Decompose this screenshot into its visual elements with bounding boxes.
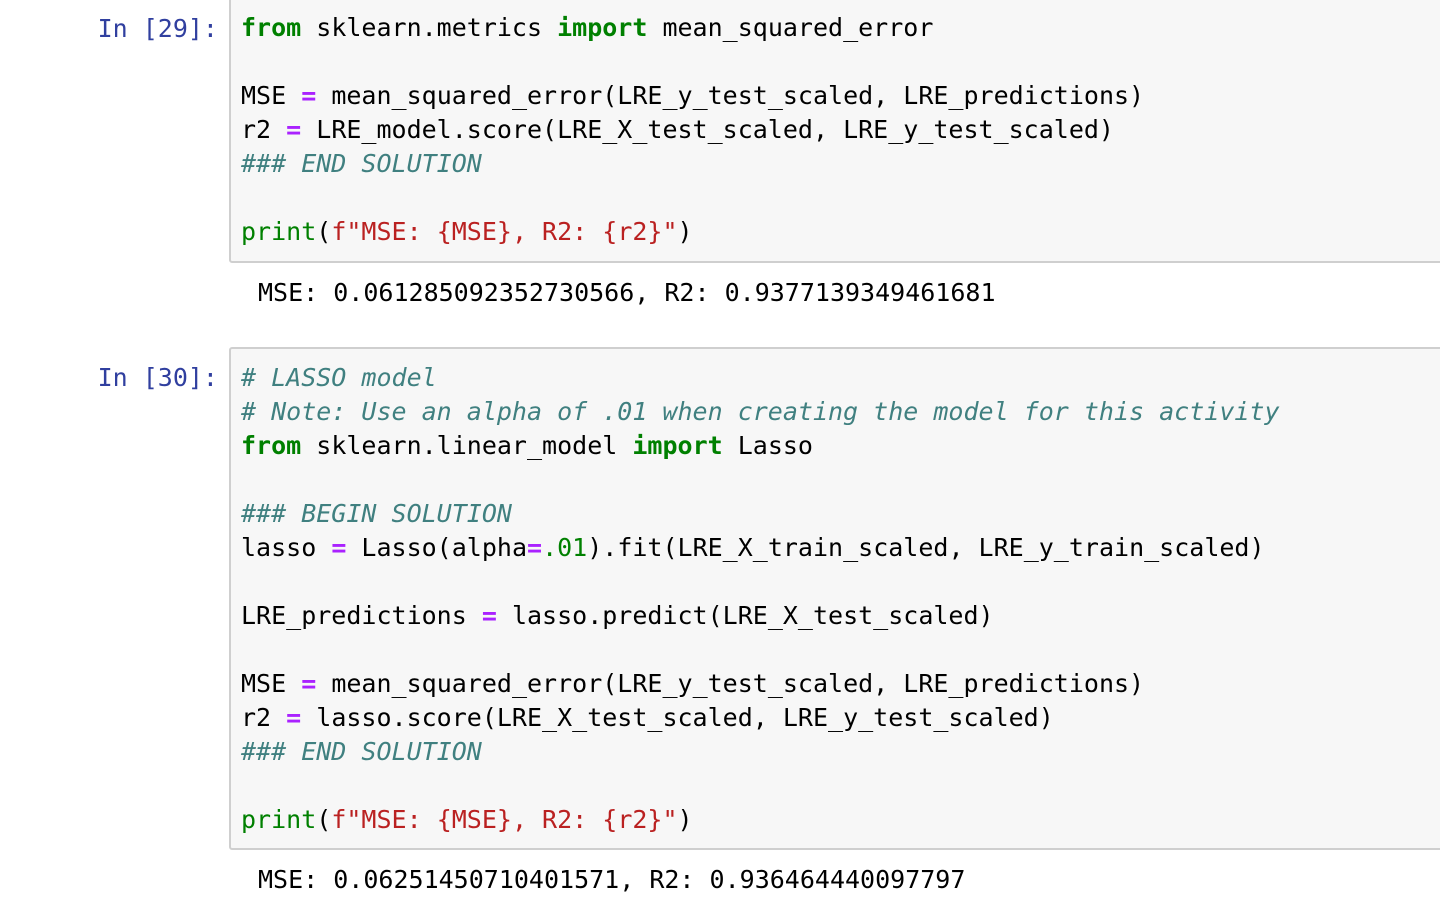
string-token: f"MSE: [331, 217, 437, 246]
operator-token: = [481, 601, 497, 630]
code-text: ) [677, 217, 693, 246]
input-prompt: In [29]: [97, 14, 218, 43]
code-editor[interactable]: from sklearn.metrics import mean_squared… [241, 11, 1144, 249]
operator-token: = [286, 703, 302, 732]
code-text: mean_squared_error(LRE_y_test_scaled, LR… [316, 81, 1145, 110]
comment-token: # Note: Use an alpha of .01 when creatin… [241, 397, 1280, 426]
cell-output: MSE: 0.061285092352730566, R2: 0.9377139… [258, 278, 996, 307]
builtin-token: print [241, 217, 317, 246]
operator-token: = [286, 115, 302, 144]
code-line: # LASSO model [241, 361, 1280, 395]
string-token: , R2: [511, 217, 603, 246]
keyword-token: from [241, 431, 302, 460]
code-editor[interactable]: # LASSO model # Note: Use an alpha of .01… [241, 361, 1280, 837]
code-text: Lasso(alpha [346, 533, 527, 562]
code-text: r2 [241, 703, 287, 732]
comment-token: # LASSO model [241, 363, 437, 392]
code-text: sklearn.metrics [301, 13, 558, 42]
code-text: Lasso [722, 431, 813, 460]
comment-token: ### END SOLUTION [241, 149, 482, 178]
keyword-token: from [241, 13, 302, 42]
code-line: # Note: Use an alpha of .01 when creatin… [241, 395, 1280, 429]
operator-token: = [301, 81, 317, 110]
code-input-area[interactable]: # LASSO model # Note: Use an alpha of .01… [229, 347, 1440, 850]
operator-token: = [331, 533, 347, 562]
cell-output: MSE: 0.06251450710401571, R2: 0.93646444… [258, 865, 966, 894]
code-line: r2 = LRE_model.score(LRE_X_test_scaled, … [241, 113, 1144, 147]
comment-token: ### END SOLUTION [241, 737, 482, 766]
string-token: , R2: [511, 805, 603, 834]
code-text: ( [316, 217, 332, 246]
code-input-area[interactable]: from sklearn.metrics import mean_squared… [229, 0, 1440, 263]
code-text: mean_squared_error [647, 13, 934, 42]
string-token: " [662, 217, 678, 246]
string-token: {r2} [602, 805, 663, 834]
comment-token: ### BEGIN SOLUTION [241, 499, 512, 528]
builtin-token: print [241, 805, 317, 834]
code-text: mean_squared_error(LRE_y_test_scaled, LR… [316, 669, 1145, 698]
code-text: r2 [241, 115, 287, 144]
operator-token: = [301, 669, 317, 698]
code-text: ( [316, 805, 332, 834]
keyword-token: import [632, 431, 723, 460]
code-line: ### END SOLUTION [241, 147, 1144, 181]
code-text: lasso.score(LRE_X_test_scaled, LRE_y_tes… [301, 703, 1054, 732]
code-text: MSE [241, 669, 302, 698]
string-token: {MSE} [436, 805, 512, 834]
code-line: print(f"MSE: {MSE}, R2: {r2}") [241, 803, 1280, 837]
string-token: f"MSE: [331, 805, 437, 834]
code-line: r2 = lasso.score(LRE_X_test_scaled, LRE_… [241, 701, 1280, 735]
code-line: MSE = mean_squared_error(LRE_y_test_scal… [241, 79, 1144, 113]
keyword-token: import [557, 13, 648, 42]
string-token: {r2} [602, 217, 663, 246]
code-text: lasso.predict(LRE_X_test_scaled) [496, 601, 994, 630]
code-text: ).fit(LRE_X_train_scaled, LRE_y_train_sc… [587, 533, 1265, 562]
code-text: MSE [241, 81, 302, 110]
string-token: {MSE} [436, 217, 512, 246]
code-text: lasso [241, 533, 332, 562]
code-text: sklearn.linear_model [301, 431, 633, 460]
operator-token: = [527, 533, 543, 562]
code-line: ### END SOLUTION [241, 735, 1280, 769]
code-line: LRE_predictions = lasso.predict(LRE_X_te… [241, 599, 1280, 633]
code-text: LRE_predictions [241, 601, 482, 630]
code-text: LRE_model.score(LRE_X_test_scaled, LRE_y… [301, 115, 1114, 144]
code-line: from sklearn.linear_model import Lasso [241, 429, 1280, 463]
code-text: ) [677, 805, 693, 834]
code-line: from sklearn.metrics import mean_squared… [241, 11, 1144, 45]
code-line: lasso = Lasso(alpha=.01).fit(LRE_X_train… [241, 531, 1280, 565]
code-line: ### BEGIN SOLUTION [241, 497, 1280, 531]
code-line: print(f"MSE: {MSE}, R2: {r2}") [241, 215, 1144, 249]
string-token: " [662, 805, 678, 834]
number-token: .01 [542, 533, 588, 562]
code-line: MSE = mean_squared_error(LRE_y_test_scal… [241, 667, 1280, 701]
input-prompt: In [30]: [97, 363, 218, 392]
